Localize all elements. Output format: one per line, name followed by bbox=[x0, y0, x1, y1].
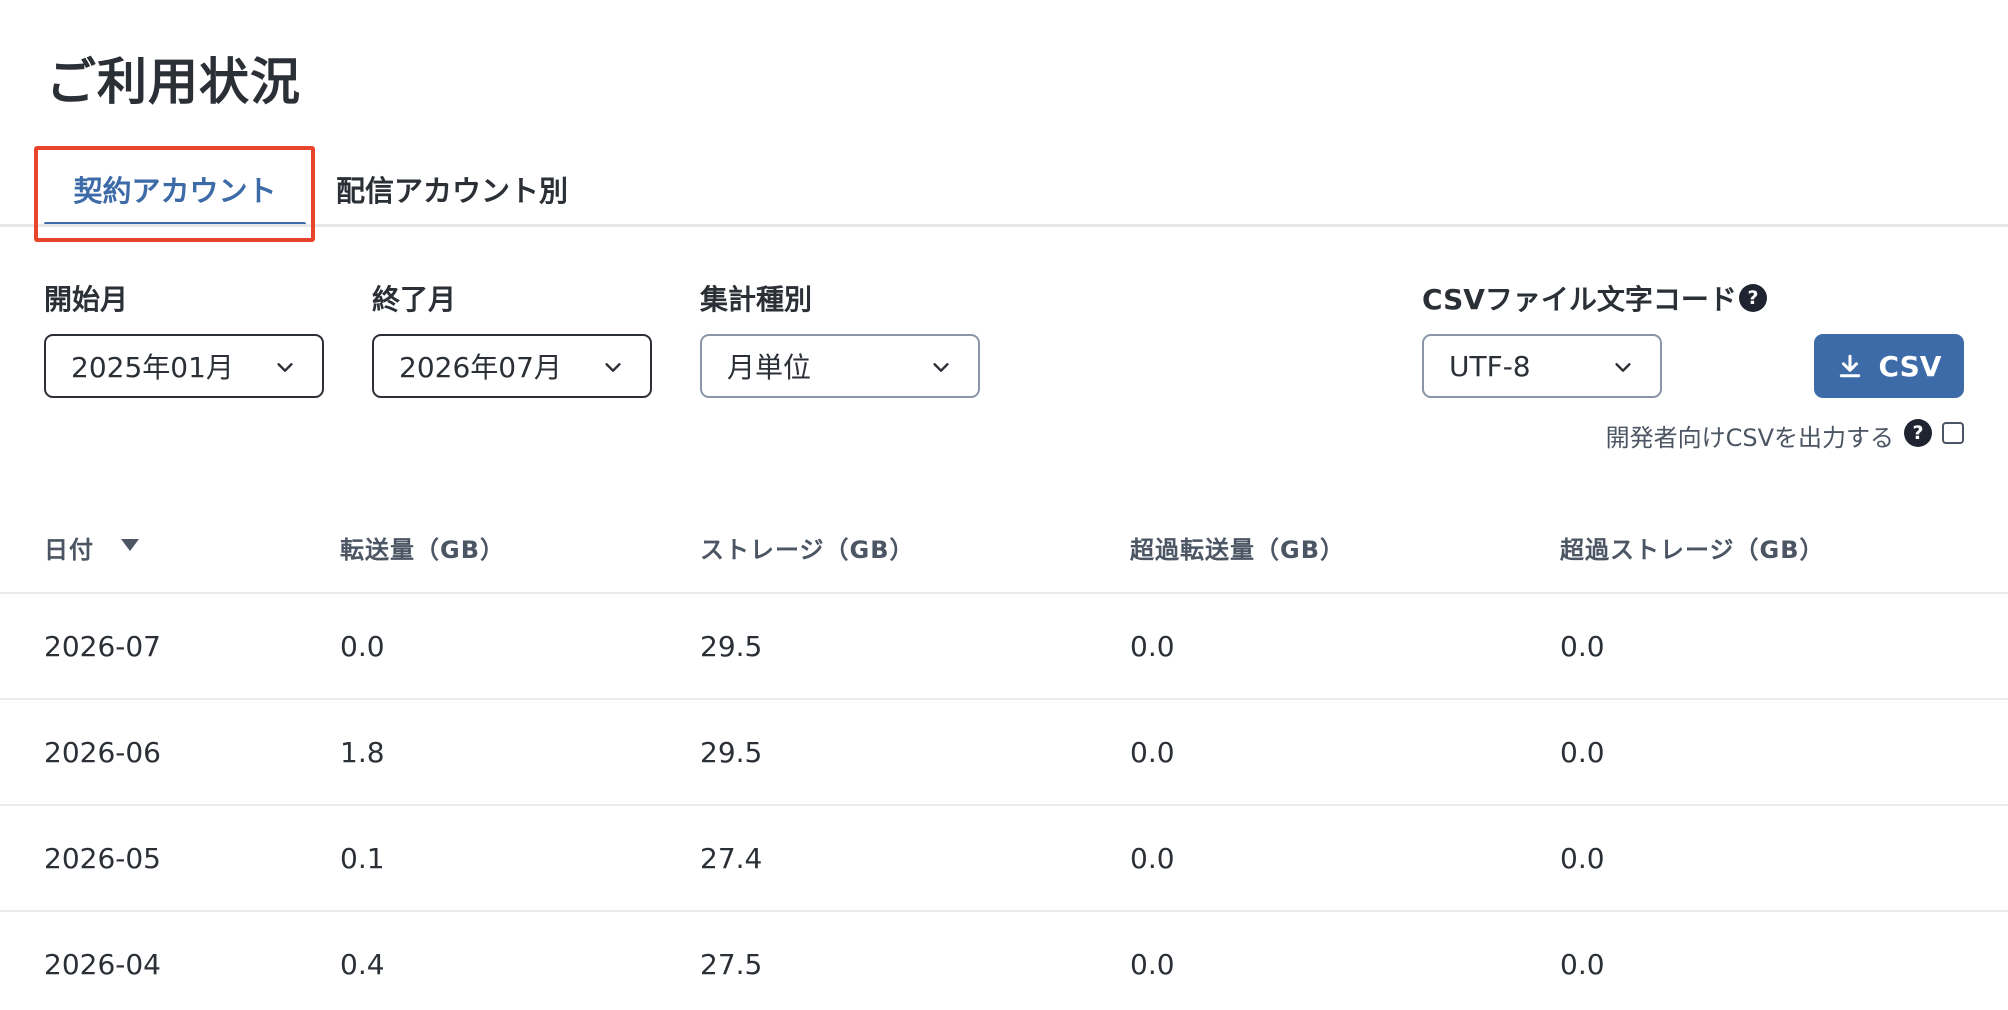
table-row: 2026-04 0.4 27.5 0.0 0.0 bbox=[0, 910, 2008, 1010]
end-month-select[interactable]: 2026年07月 bbox=[372, 334, 652, 398]
cell-over-storage: 0.0 bbox=[1560, 842, 1605, 875]
cell-over-storage: 0.0 bbox=[1560, 736, 1605, 769]
aggregation-label: 集計種別 bbox=[700, 283, 813, 316]
cell-over-storage: 0.0 bbox=[1560, 630, 1605, 663]
cell-date: 2026-05 bbox=[44, 842, 161, 875]
column-header-over-transfer: 超過転送量（GB） bbox=[1130, 536, 1345, 564]
table-row: 2026-06 1.8 29.5 0.0 0.0 bbox=[0, 698, 2008, 804]
start-month-label: 開始月 bbox=[44, 283, 129, 316]
start-month-value: 2025年01月 bbox=[71, 351, 234, 384]
end-month-label: 終了月 bbox=[372, 283, 457, 316]
tab-bar: 契約アカウント 配信アカウント別 bbox=[0, 150, 2008, 228]
page-title: ご利用状況 bbox=[46, 53, 301, 111]
tab-contract-account[interactable]: 契約アカウント bbox=[44, 168, 306, 210]
end-month-value: 2026年07月 bbox=[399, 351, 562, 384]
chevron-down-icon bbox=[933, 363, 949, 372]
cell-storage: 29.5 bbox=[700, 736, 763, 769]
developer-csv-checkbox[interactable] bbox=[1942, 422, 1964, 444]
encoding-value: UTF-8 bbox=[1449, 349, 1531, 383]
column-header-date[interactable]: 日付 bbox=[44, 530, 94, 565]
csv-button-label: CSV bbox=[1878, 349, 1942, 383]
cell-over-transfer: 0.0 bbox=[1130, 630, 1175, 663]
column-header-transfer: 転送量（GB） bbox=[340, 536, 505, 564]
cell-storage: 27.4 bbox=[700, 842, 763, 875]
developer-csv-label: 開発者向けCSVを出力する bbox=[1605, 424, 1894, 452]
download-icon bbox=[1839, 354, 1860, 378]
chevron-down-icon bbox=[1615, 363, 1631, 372]
cell-date: 2026-04 bbox=[44, 948, 161, 981]
cell-over-transfer: 0.0 bbox=[1130, 842, 1175, 875]
table-row: 2026-07 0.0 29.5 0.0 0.0 bbox=[0, 592, 2008, 698]
chevron-down-icon bbox=[277, 363, 293, 372]
cell-transfer: 1.8 bbox=[340, 736, 385, 769]
start-month-select[interactable]: 2025年01月 bbox=[44, 334, 324, 398]
column-header-over-storage: 超過ストレージ（GB） bbox=[1560, 536, 1825, 564]
encoding-select[interactable]: UTF-8 bbox=[1422, 334, 1662, 398]
cell-storage: 27.5 bbox=[700, 948, 763, 981]
cell-transfer: 0.0 bbox=[340, 630, 385, 663]
help-icon[interactable]: ? bbox=[1739, 284, 1767, 312]
encoding-label: CSVファイル文字コード bbox=[1422, 283, 1737, 316]
csv-download-button[interactable]: CSV bbox=[1814, 334, 1964, 398]
table-row: 2026-05 0.1 27.4 0.0 0.0 bbox=[0, 804, 2008, 910]
cell-over-transfer: 0.0 bbox=[1130, 736, 1175, 769]
sort-desc-icon[interactable] bbox=[120, 538, 140, 552]
tab-divider bbox=[0, 224, 2008, 227]
tab-delivery-account[interactable]: 配信アカウント別 bbox=[336, 168, 568, 210]
help-icon[interactable]: ? bbox=[1904, 419, 1932, 447]
cell-transfer: 0.4 bbox=[340, 948, 385, 981]
cell-date: 2026-06 bbox=[44, 736, 161, 769]
cell-over-transfer: 0.0 bbox=[1130, 948, 1175, 981]
aggregation-select[interactable]: 月単位 bbox=[700, 334, 980, 398]
cell-date: 2026-07 bbox=[44, 630, 161, 663]
aggregation-value: 月単位 bbox=[727, 351, 812, 384]
chevron-down-icon bbox=[605, 363, 621, 372]
cell-storage: 29.5 bbox=[700, 630, 763, 663]
column-header-storage: ストレージ（GB） bbox=[700, 536, 915, 564]
cell-transfer: 0.1 bbox=[340, 842, 385, 875]
cell-over-storage: 0.0 bbox=[1560, 948, 1605, 981]
